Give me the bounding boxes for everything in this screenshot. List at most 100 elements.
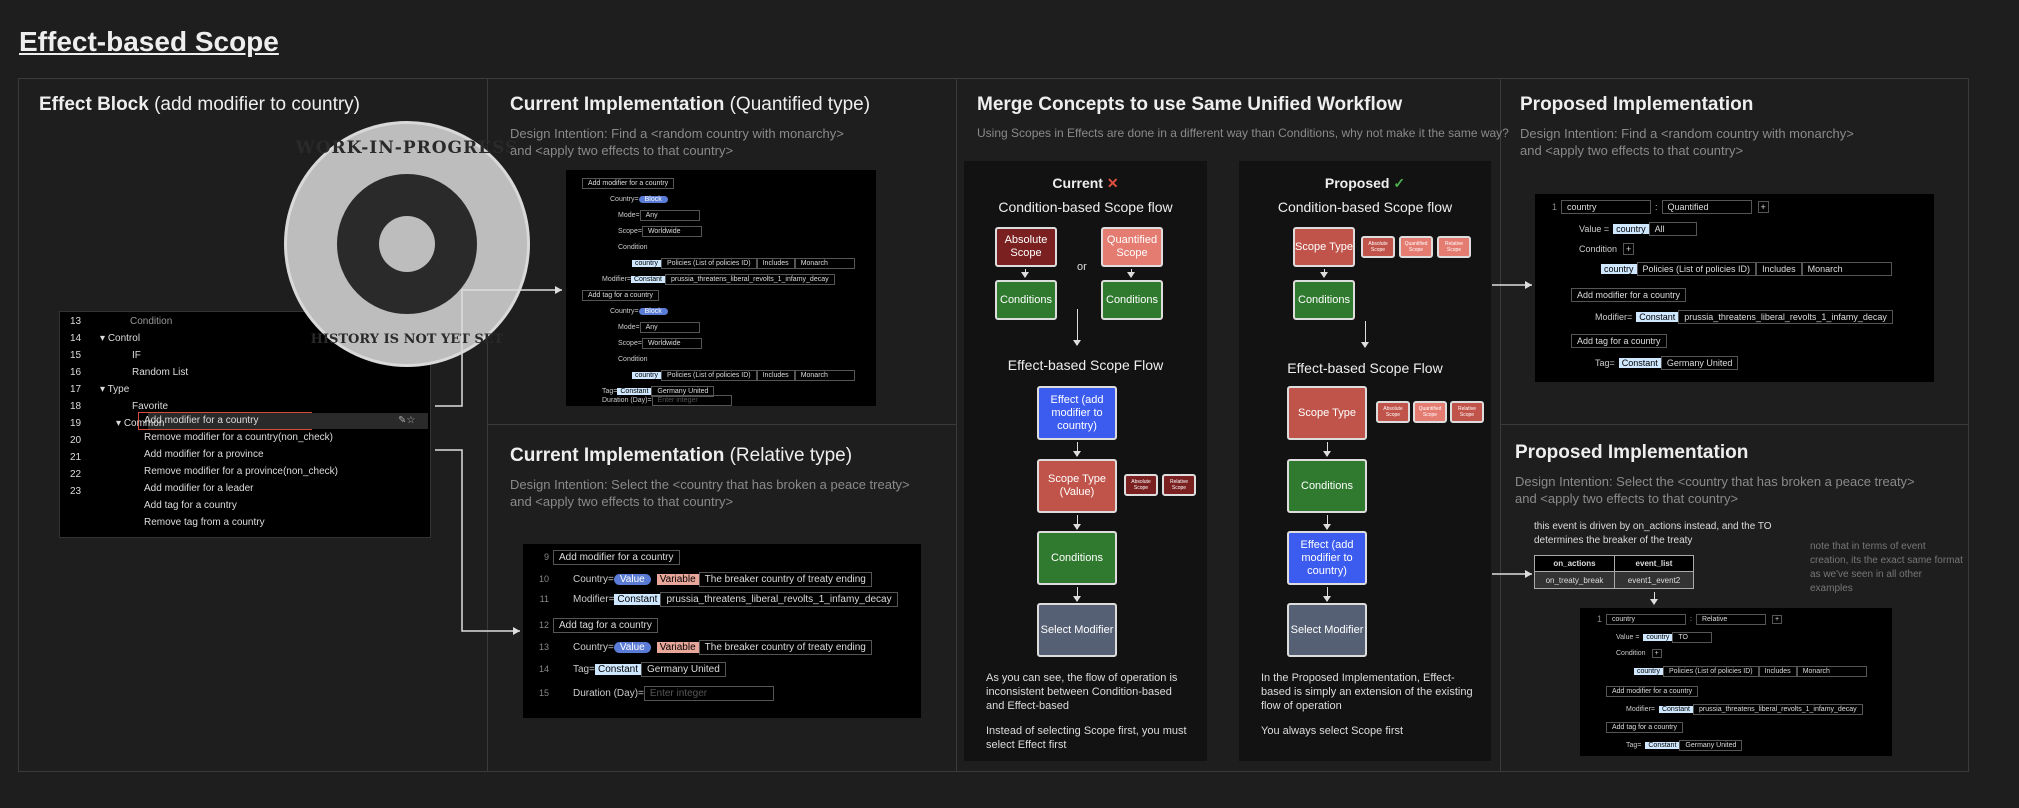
line-num: 1	[1551, 202, 1557, 212]
flow-arrow	[1073, 309, 1081, 346]
add-tag-dropdown[interactable]: Add tag for a country	[553, 617, 658, 633]
col4b-title: Proposed Implementation	[1515, 442, 1749, 463]
policies-dropdown[interactable]: Policies (List of policies ID)	[1662, 665, 1759, 677]
field-label: Country=	[610, 195, 639, 203]
effect-flow-label: Effect-based Scope Flow	[1287, 360, 1443, 376]
constant-tag: Constant	[1658, 705, 1694, 713]
constant-tag: Constant	[1636, 312, 1679, 322]
constant-tag: Constant	[594, 663, 641, 675]
table-cell: event1_event2	[1615, 572, 1693, 588]
scope-dropdown[interactable]: Worldwide	[641, 225, 702, 237]
monarch-dropdown[interactable]: Monarch	[794, 257, 855, 269]
proposed-explanation: In the Proposed Implementation, Effect-b…	[1261, 672, 1473, 712]
flow-arrow	[1323, 587, 1331, 602]
tag-dropdown[interactable]: Germany United	[641, 661, 726, 677]
add-tag-dropdown[interactable]: Add tag for a country	[1606, 721, 1683, 733]
all-dropdown[interactable]: All	[1648, 222, 1697, 236]
add-tag-dropdown[interactable]: Add tag for a country	[1571, 334, 1667, 348]
field-label: Condition	[1579, 244, 1618, 254]
add-modifier-dropdown[interactable]: Add modifier for a country	[1606, 685, 1699, 697]
flow-arrow	[1320, 269, 1328, 278]
quantified-dropdown[interactable]: Quantified	[1661, 200, 1752, 214]
constant-tag: Constant	[614, 593, 661, 605]
table-header: on_actions	[1535, 556, 1615, 572]
mini-quantified-scope: Quantified Scope	[1399, 236, 1433, 258]
effect-box: Effect (add modifier to country)	[1287, 531, 1367, 585]
code-block-proposed-relative: 1 country: Relative + Value = country TO Cond…	[1580, 608, 1892, 756]
flow-arrow	[1073, 515, 1081, 530]
field-label: Mode=	[618, 211, 640, 219]
event-table: on_actions event_list on_treaty_break ev…	[1534, 555, 1694, 589]
monarch-dropdown[interactable]: Monarch	[1796, 665, 1867, 677]
mode-dropdown[interactable]: Any	[639, 209, 700, 221]
col2b-title: Current Implementation (Relative type)	[510, 445, 853, 466]
monarch-dropdown[interactable]: Monarch	[794, 369, 855, 381]
current-title: Current ✕	[1052, 175, 1119, 191]
block-pill[interactable]: Block	[638, 307, 668, 315]
table-header: event_list	[1615, 556, 1693, 572]
variable-tag: Variable	[656, 641, 699, 653]
flow-arrow	[1323, 515, 1331, 530]
col2a-title: Current Implementation (Quantified type)	[510, 94, 871, 115]
includes-dropdown[interactable]: Includes	[1758, 665, 1797, 677]
field-label: Modifier=	[1626, 705, 1655, 713]
mode-dropdown[interactable]: Any	[639, 321, 700, 333]
duration-input[interactable]: Enter integer	[651, 394, 732, 406]
to-dropdown[interactable]: TO	[1672, 631, 1713, 643]
policies-dropdown[interactable]: Policies (List of policies ID)	[660, 257, 757, 269]
field-label: Scope=	[618, 227, 642, 235]
field-label: Duration (Day)=	[602, 396, 652, 404]
variable-tag: Variable	[656, 573, 699, 585]
country-tag: country	[632, 371, 661, 379]
constant-tag: Constant	[1645, 741, 1680, 749]
breaker-dropdown[interactable]: The breaker country of treaty ending	[698, 639, 872, 655]
flow-arrow	[1127, 269, 1135, 278]
event-note: this event is driven by on_actions inste…	[1534, 521, 1772, 546]
country-tag: country	[1634, 667, 1663, 675]
proposed-title: Proposed ✓	[1324, 175, 1406, 191]
field-label: Country=	[610, 307, 639, 315]
constant-tag: Constant	[630, 275, 666, 283]
col4a-title: Proposed Implementation	[1520, 94, 1754, 115]
tag-dropdown[interactable]: Germany United	[1660, 356, 1739, 370]
add-modifier-dropdown[interactable]: Add modifier for a country	[1571, 288, 1687, 302]
col4a-intent: Design Intention: Find a <random country…	[1520, 126, 1854, 158]
add-modifier-dropdown[interactable]: Add modifier for a country	[553, 549, 680, 565]
value-toggle[interactable]: Value	[613, 641, 651, 653]
includes-dropdown[interactable]: Includes	[756, 369, 795, 381]
breaker-dropdown[interactable]: The breaker country of treaty ending	[698, 571, 872, 587]
policies-dropdown[interactable]: Policies (List of policies ID)	[660, 369, 757, 381]
field-label: Modifier=	[573, 593, 615, 605]
includes-dropdown[interactable]: Includes	[756, 257, 795, 269]
flow-arrow	[1361, 321, 1369, 348]
monarch-dropdown[interactable]: Monarch	[1801, 262, 1892, 276]
add-tag-dropdown[interactable]: Add tag for a country	[582, 289, 659, 301]
mini-relative-scope: Relative Scope	[1450, 401, 1484, 423]
country-dropdown[interactable]: country	[1606, 613, 1686, 625]
block-pill[interactable]: Block	[638, 195, 668, 203]
conditions-box: Conditions	[1293, 280, 1355, 320]
policies-dropdown[interactable]: Policies (List of policies ID)	[1636, 262, 1757, 276]
scope-dropdown[interactable]: Worldwide	[641, 337, 702, 349]
current-explanation: As you can see, the flow of operation is…	[986, 672, 1178, 712]
modifier-dropdown[interactable]: prussia_threatens_liberal_revolts_1_infa…	[665, 273, 835, 285]
field-label: Country=	[573, 641, 614, 653]
select-modifier-box: Select Modifier	[1287, 603, 1367, 657]
add-modifier-dropdown[interactable]: Add modifier for a country	[582, 177, 675, 189]
tag-dropdown[interactable]: Germany United	[1679, 739, 1743, 751]
mini-quantified-scope: Quantified Scope	[1413, 401, 1447, 423]
absolute-scope-box: Absolute Scope	[995, 227, 1057, 267]
select-modifier-box: Select Modifier	[1037, 603, 1117, 657]
modifier-dropdown[interactable]: prussia_threatens_liberal_revolts_1_infa…	[1678, 310, 1893, 324]
country-dropdown[interactable]: country	[1561, 200, 1651, 214]
flow-arrow	[1073, 442, 1081, 457]
country-tag: country	[1613, 224, 1649, 234]
includes-dropdown[interactable]: Includes	[1756, 262, 1802, 276]
modifier-dropdown[interactable]: prussia_threatens_liberal_revolts_1_infa…	[660, 591, 898, 607]
modifier-dropdown[interactable]: prussia_threatens_liberal_revolts_1_infa…	[1693, 703, 1863, 715]
field-label: Duration (Day)=	[573, 687, 644, 699]
country-tag: country	[632, 259, 661, 267]
duration-input[interactable]: Enter integer	[643, 685, 774, 701]
relative-dropdown[interactable]: Relative	[1695, 613, 1766, 625]
value-toggle[interactable]: Value	[613, 573, 651, 585]
